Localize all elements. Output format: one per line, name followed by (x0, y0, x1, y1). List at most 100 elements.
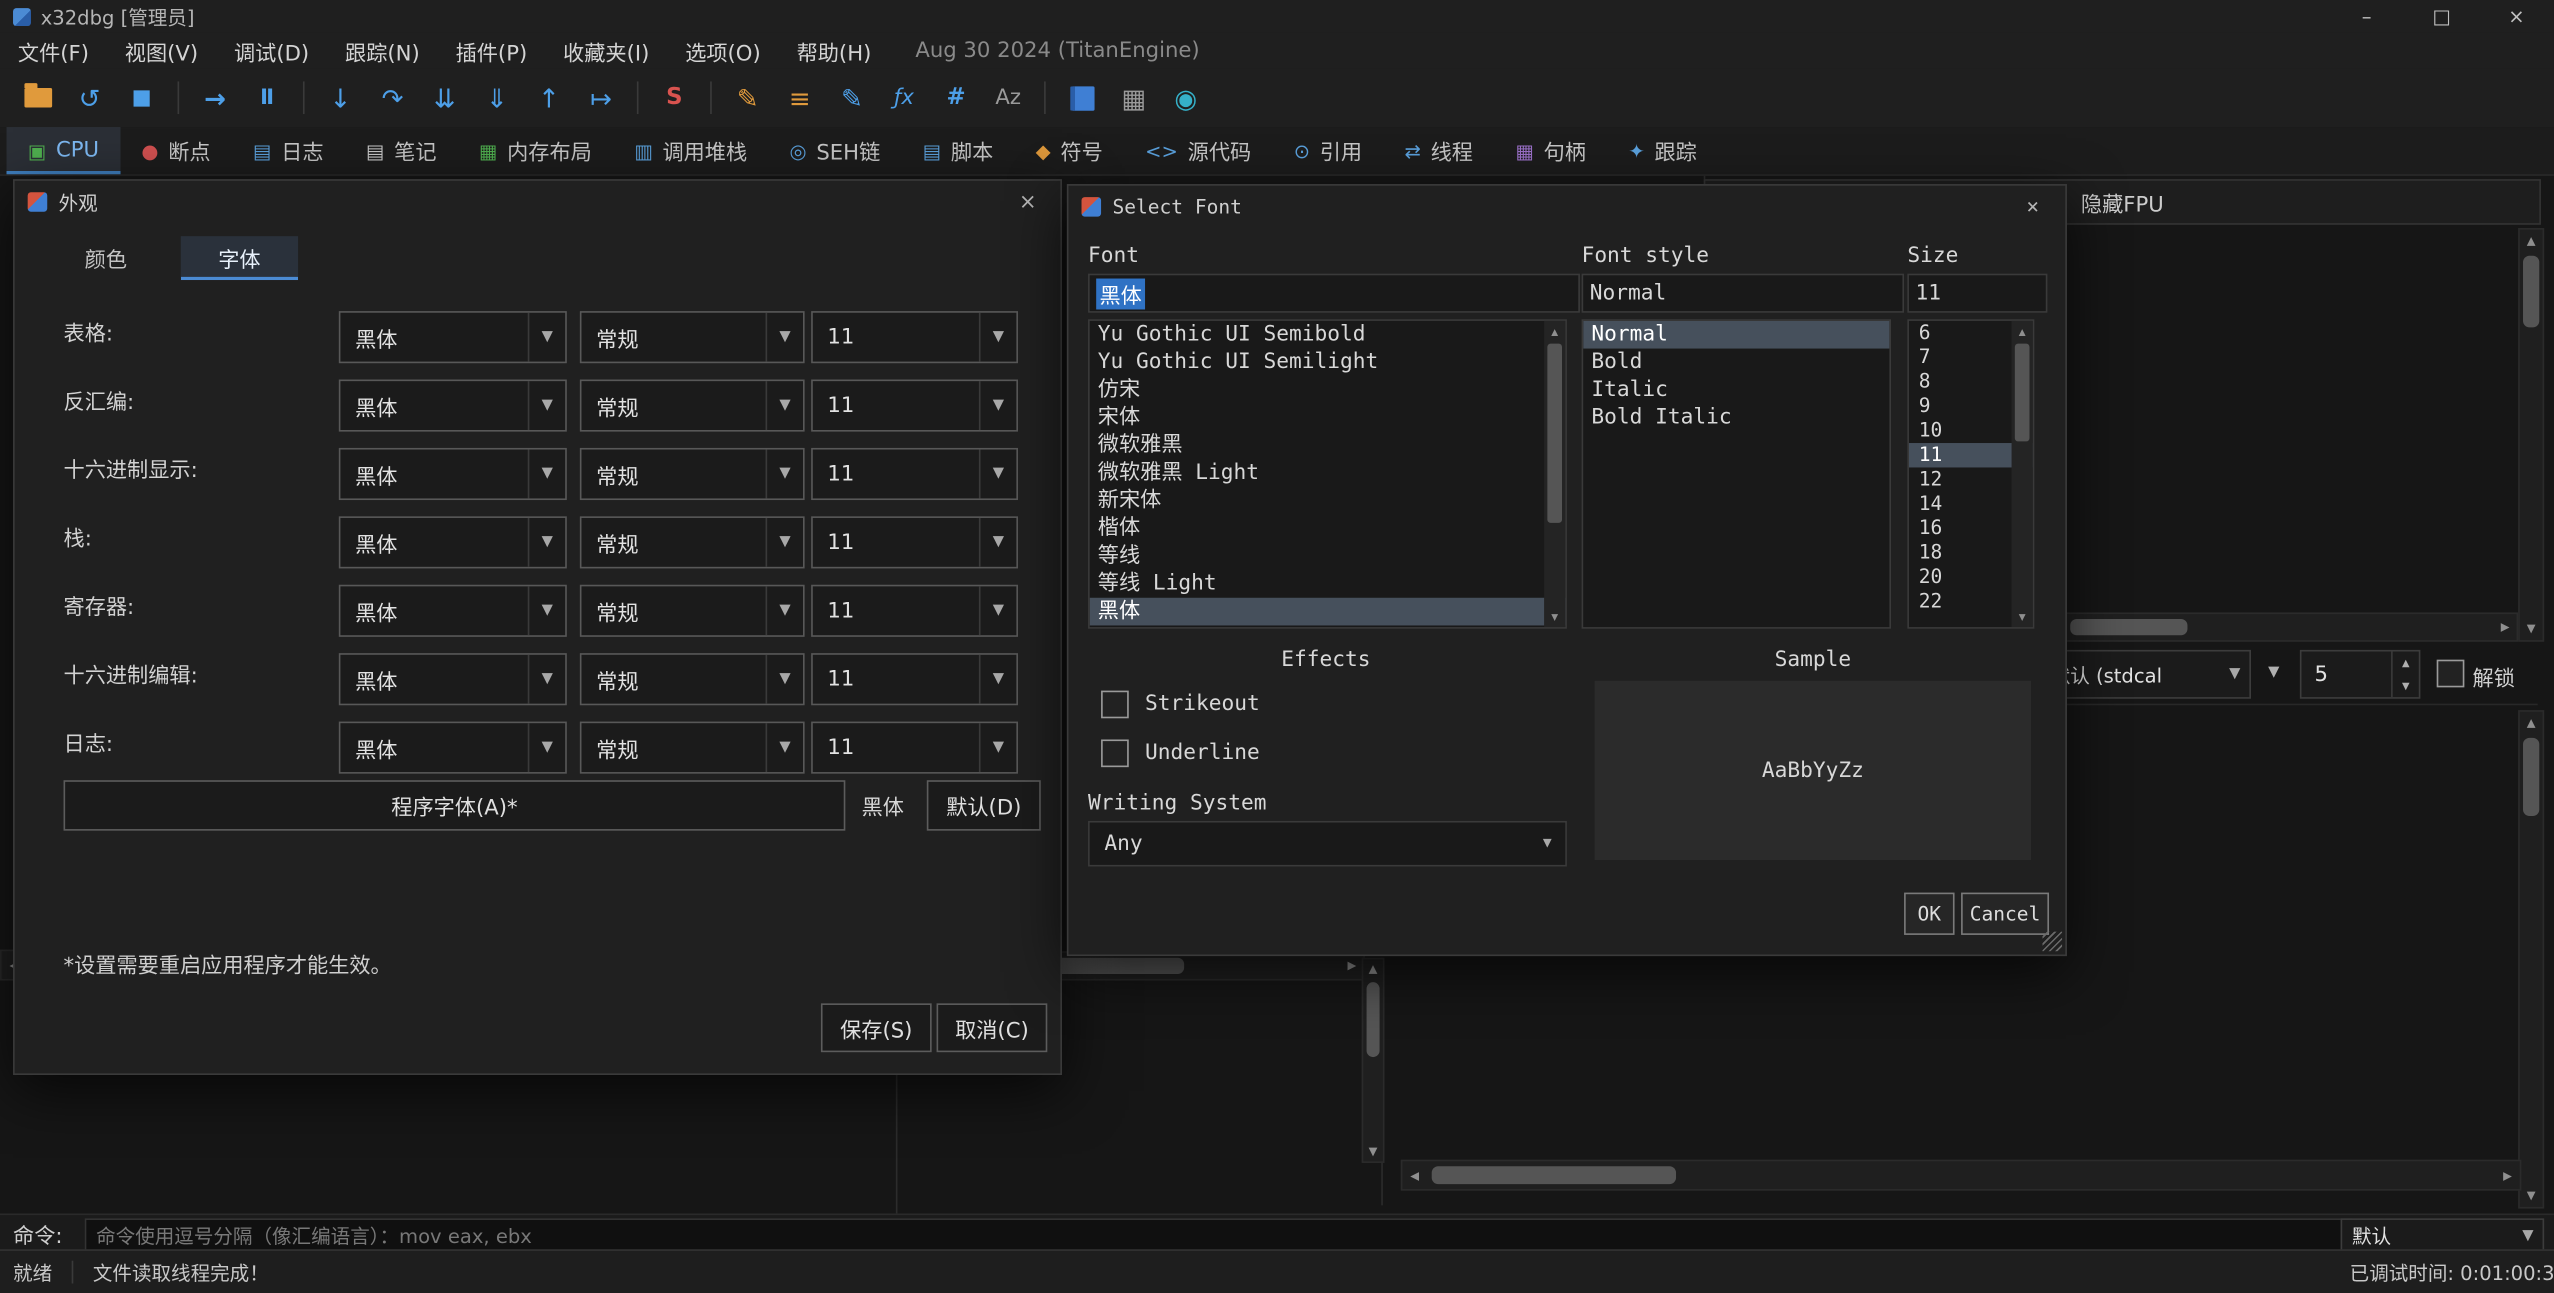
font-list-item[interactable]: 微软雅黑 Light (1090, 459, 1566, 487)
scroll-up-icon[interactable] (2521, 231, 2541, 251)
strings-button[interactable]: Az (984, 77, 1033, 119)
tab-notes[interactable]: ▤ 笔记 (345, 127, 458, 174)
style-list-item[interactable]: Bold Italic (1583, 404, 1889, 432)
bottom-horizontal-scrollbar[interactable] (1400, 1159, 2522, 1191)
dump-vertical-scrollbar[interactable] (1361, 957, 1385, 1163)
registers-font-select[interactable]: 黑体 (338, 584, 567, 637)
hexdump-style-select[interactable]: 常规 (579, 447, 805, 501)
lower-right-vertical-scrollbar[interactable] (2518, 710, 2545, 1209)
command-input[interactable] (84, 1218, 2352, 1253)
unlock-checkbox[interactable] (2436, 659, 2465, 688)
scrollbar-thumb[interactable] (2523, 255, 2540, 328)
tab-breakpoints[interactable]: ● 断点 (120, 127, 232, 174)
open-file-button[interactable] (13, 77, 62, 119)
underline-checkbox[interactable] (1101, 739, 1129, 768)
save-button[interactable]: 保存(S) (820, 1003, 932, 1053)
registers-vertical-scrollbar[interactable] (2518, 228, 2545, 642)
scrollbar-thumb[interactable] (2014, 343, 2030, 442)
menu-trace[interactable]: 跟踪(N) (327, 33, 438, 69)
scrollbar-thumb[interactable] (2523, 737, 2540, 817)
scroll-up-icon[interactable] (1363, 961, 1383, 977)
tab-log[interactable]: ▤ 日志 (232, 127, 345, 174)
scrollbar-thumb[interactable] (1366, 982, 1380, 1058)
table-size-select[interactable]: 11 (811, 311, 1018, 364)
menu-options[interactable]: 选项(O) (667, 33, 778, 69)
font-list-item-selected[interactable]: 黑体 (1089, 597, 1566, 626)
font-list-scrollbar[interactable] (1544, 320, 1566, 628)
log-font-select[interactable]: 黑体 (338, 721, 567, 774)
tab-memory-map[interactable]: ▦ 内存布局 (458, 127, 613, 174)
book-button[interactable] (1057, 77, 1106, 119)
scroll-up-icon[interactable] (2012, 323, 2033, 341)
font-list-item[interactable]: Yu Gothic UI Semilight (1090, 349, 1566, 377)
tab-threads[interactable]: ⇄ 线程 (1383, 127, 1494, 174)
convention-dropdown-arrow-button[interactable] (2258, 650, 2291, 696)
command-history-select[interactable]: 默认 (2340, 1218, 2545, 1253)
font-list-item[interactable]: 等线 (1090, 542, 1566, 570)
table-style-select[interactable]: 常规 (579, 311, 805, 364)
hexedit-size-select[interactable]: 11 (811, 653, 1018, 706)
menu-debug[interactable]: 调试(D) (216, 33, 327, 69)
scroll-right-icon[interactable] (1342, 954, 1362, 977)
spin-down-icon[interactable] (2393, 674, 2419, 697)
pause-button[interactable]: Ⅱ (243, 77, 292, 119)
stack-style-select[interactable]: 常规 (579, 516, 805, 569)
cancel-button[interactable]: 取消(C) (936, 1003, 1048, 1053)
font-list-item[interactable]: Yu Gothic UI Semibold (1090, 321, 1566, 349)
font-list[interactable]: Yu Gothic UI Semibold Yu Gothic UI Semil… (1088, 319, 1567, 629)
tab-script[interactable]: ▤ 脚本 (901, 127, 1014, 174)
stop-button[interactable]: ■ (117, 77, 166, 119)
patch-button[interactable]: ✎ (723, 77, 772, 119)
menu-favourites[interactable]: 收藏夹(I) (545, 33, 667, 69)
tab-handles[interactable]: ▦ 句柄 (1494, 127, 1607, 174)
spin-up-icon[interactable] (2393, 652, 2419, 675)
tab-cpu[interactable]: ▣ CPU (6, 127, 121, 175)
strikeout-checkbox[interactable] (1101, 690, 1129, 719)
tab-symbols[interactable]: ◆ 符号 (1014, 127, 1124, 174)
font-list-item[interactable]: 微软雅黑 (1090, 432, 1566, 460)
table-font-select[interactable]: 黑体 (338, 311, 567, 364)
calling-convention-select[interactable]: 默认 (stdcal (2039, 649, 2252, 699)
tab-trace[interactable]: ✦ 跟踪 (1607, 127, 1718, 174)
tab-source-code[interactable]: <> 源代码 (1124, 127, 1272, 174)
font-list-item[interactable]: 仿宋 (1090, 376, 1566, 404)
scroll-left-icon[interactable] (1404, 1163, 1425, 1187)
select-font-dialog-titlebar[interactable]: Select Font × (1068, 186, 2065, 228)
resize-grip[interactable] (2042, 931, 2063, 952)
scrollbar-thumb[interactable] (1547, 343, 1563, 523)
font-size-list[interactable]: 6 7 8 9 10 11 12 14 16 18 20 22 (1907, 319, 2035, 629)
trace-over-button[interactable]: ⇓ (472, 77, 521, 119)
label-button[interactable]: ✎ (827, 77, 876, 119)
maximize-button[interactable]: □ (2404, 0, 2479, 33)
log-style-select[interactable]: 常规 (579, 721, 805, 774)
disassembly-font-select[interactable]: 黑体 (338, 379, 567, 432)
hash-button[interactable]: # (932, 77, 981, 119)
scroll-right-icon[interactable] (2495, 616, 2515, 639)
menu-view[interactable]: 视图(V) (107, 33, 216, 69)
window-titlebar[interactable]: x32dbg [管理员] – □ × (0, 0, 2554, 33)
scroll-down-icon[interactable] (2012, 608, 2033, 626)
trace-into-button[interactable]: ⇊ (420, 77, 469, 119)
registers-style-select[interactable]: 常规 (579, 584, 805, 637)
scroll-down-icon[interactable] (2521, 1186, 2541, 1206)
font-list-item[interactable]: 楷体 (1090, 515, 1566, 543)
default-button[interactable]: 默认(D) (926, 780, 1041, 831)
script-button[interactable]: S (650, 77, 699, 119)
hexedit-style-select[interactable]: 常规 (579, 653, 805, 706)
font-style-input[interactable]: Normal (1581, 273, 1905, 313)
tab-fonts[interactable]: 字体 (180, 236, 299, 281)
execute-till-return-button[interactable]: ↑ (524, 77, 573, 119)
scroll-up-icon[interactable] (1544, 323, 1565, 341)
disassembly-style-select[interactable]: 常规 (579, 379, 805, 432)
scroll-down-icon[interactable] (1544, 608, 1565, 626)
restart-button[interactable]: ↺ (65, 77, 114, 119)
calculator-button[interactable]: ▦ (1109, 77, 1158, 119)
font-list-item[interactable]: 宋体 (1090, 404, 1566, 432)
writing-system-select[interactable]: Any (1088, 820, 1567, 867)
tab-references[interactable]: ⊙ 引用 (1272, 127, 1383, 174)
hexdump-font-select[interactable]: 黑体 (338, 447, 567, 501)
disassembly-size-select[interactable]: 11 (811, 379, 1018, 432)
step-into-button[interactable]: ↓ (316, 77, 365, 119)
tab-colors[interactable]: 颜色 (47, 236, 164, 280)
cancel-button[interactable]: Cancel (1961, 892, 2050, 935)
